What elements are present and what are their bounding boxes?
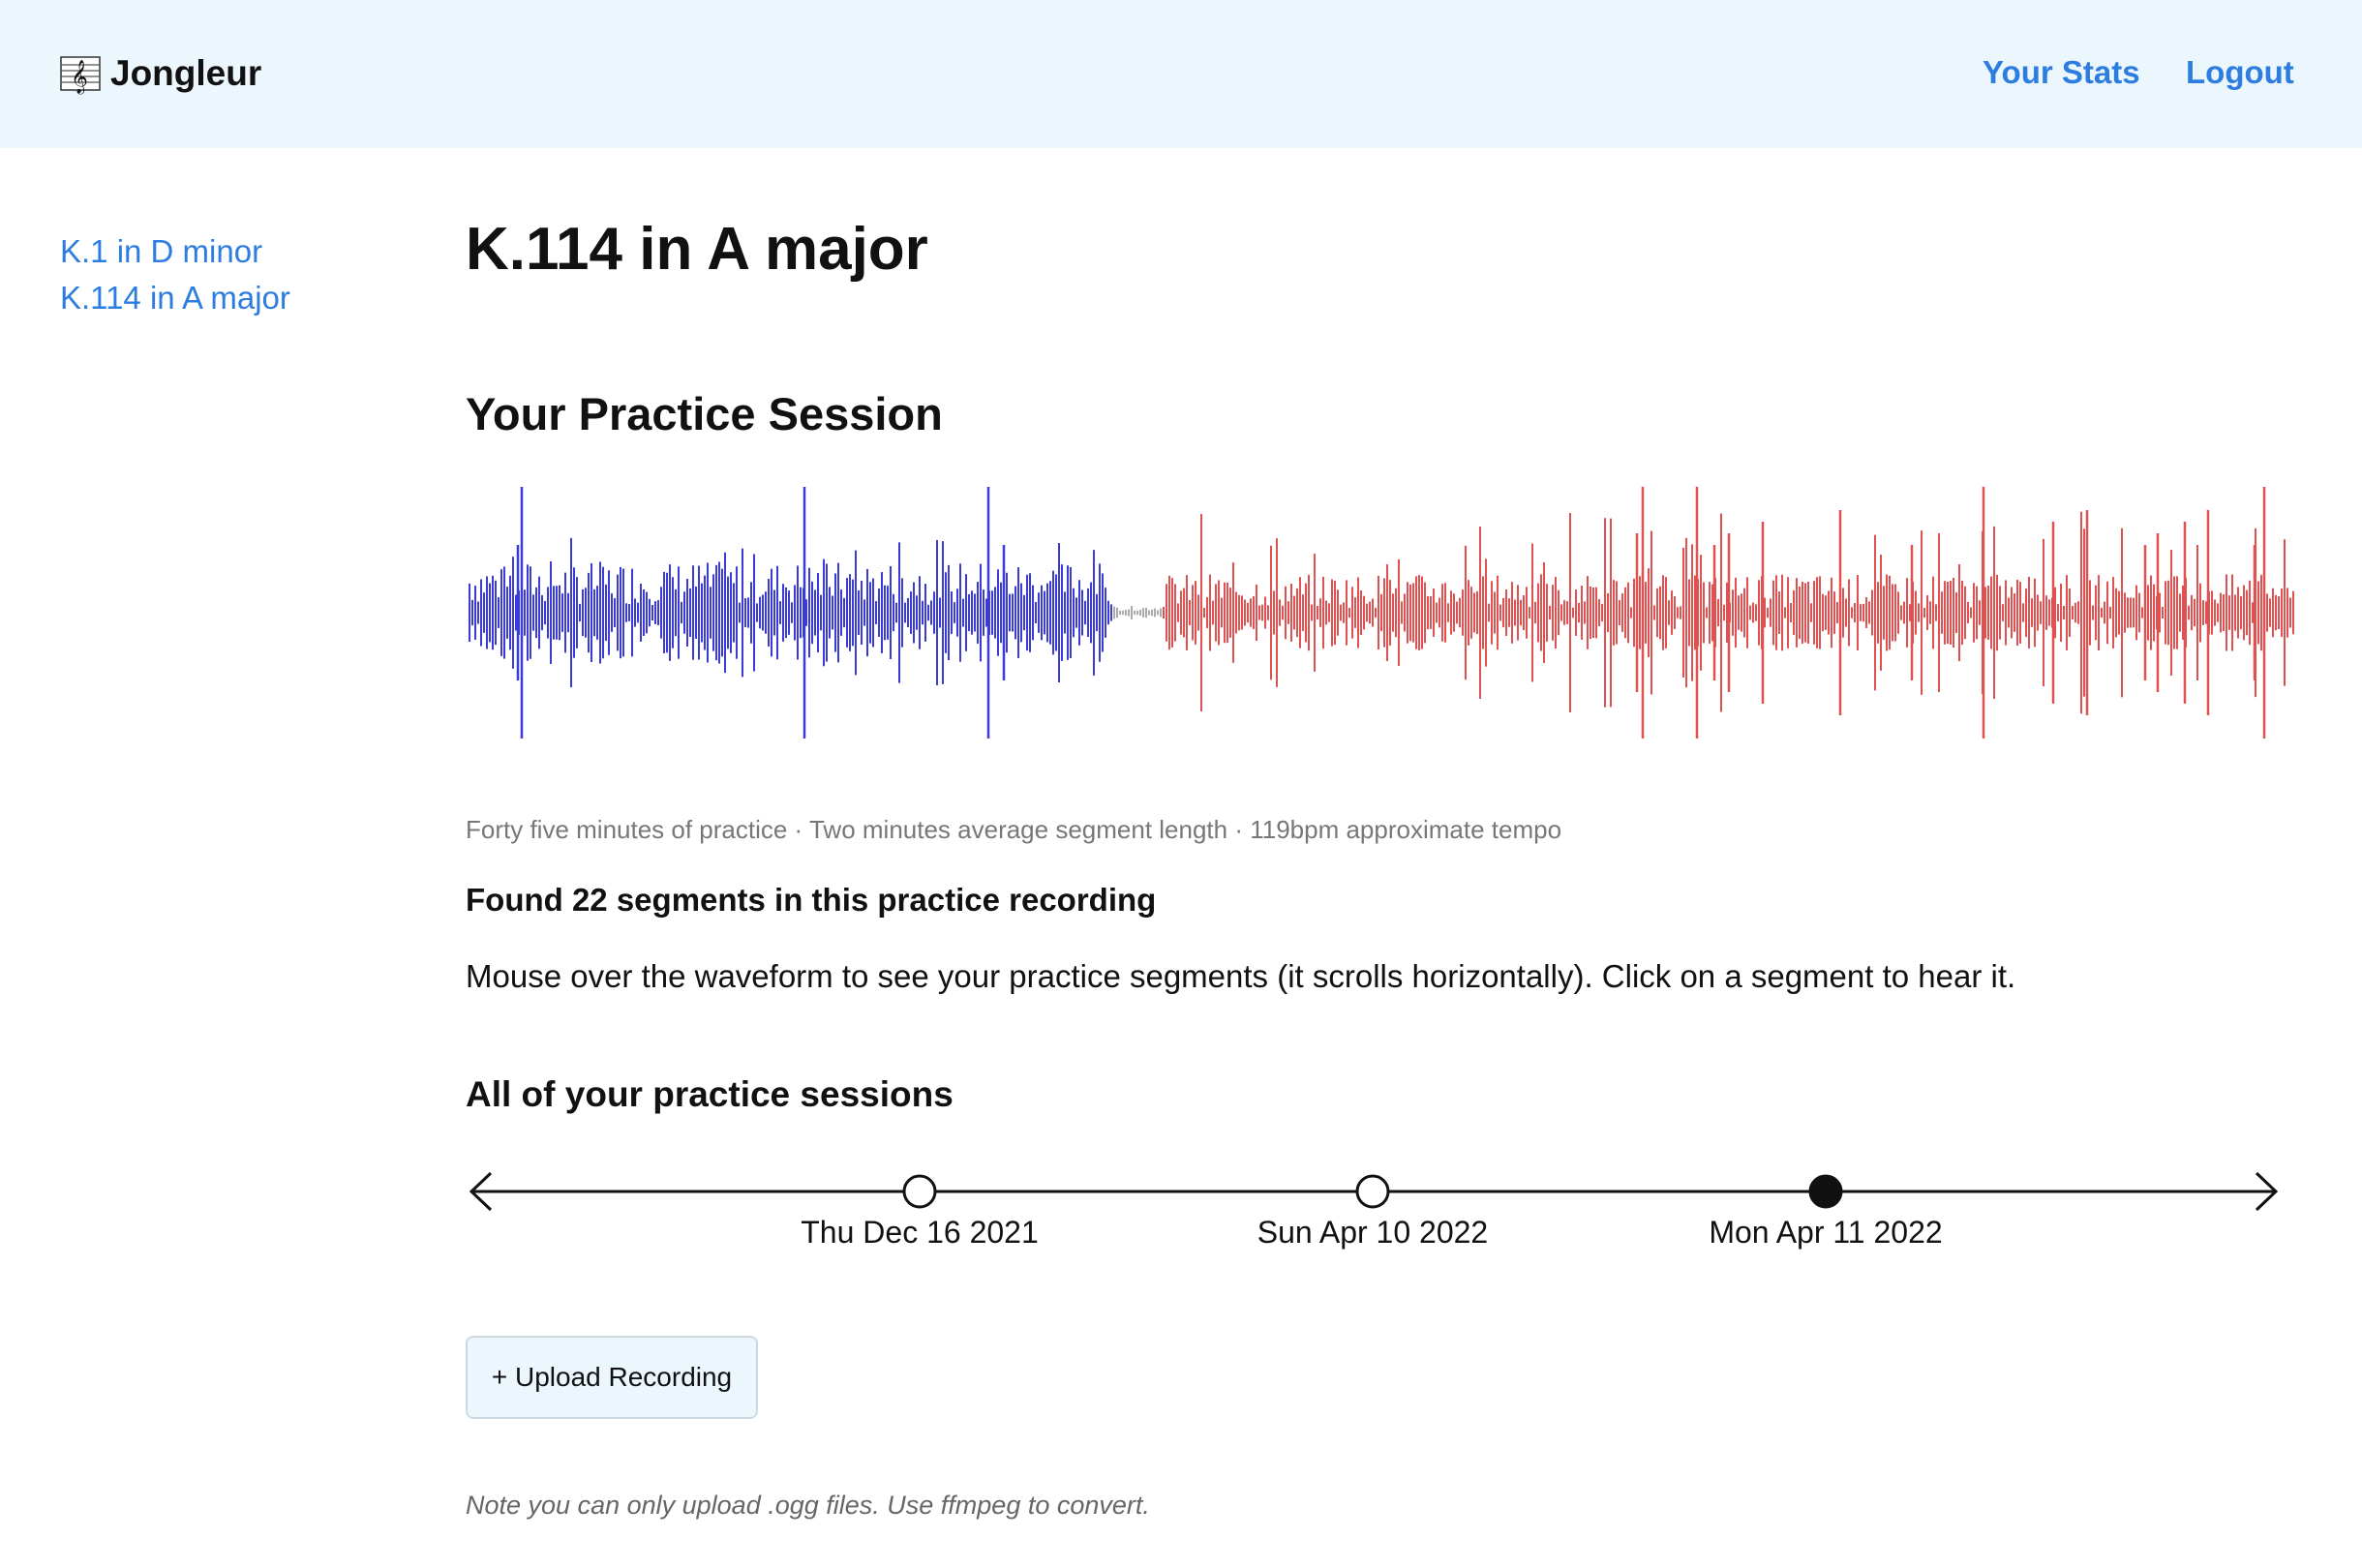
brand-name: Jongleur — [110, 53, 262, 93]
upload-recording-button[interactable]: + Upload Recording — [466, 1336, 758, 1419]
session-node[interactable]: Thu Dec 16 2021 — [801, 1174, 1039, 1250]
session-dot-selected[interactable] — [1808, 1174, 1843, 1209]
piece-sidebar: K.1 in D minor K.114 in A major — [60, 228, 290, 321]
session-node[interactable]: Sun Apr 10 2022 — [1257, 1174, 1488, 1250]
practice-session-heading: Your Practice Session — [466, 388, 943, 439]
waveform[interactable] — [466, 479, 2295, 746]
nav-logout-link[interactable]: Logout — [2186, 54, 2294, 91]
session-date-label[interactable]: Thu Dec 16 2021 — [801, 1215, 1039, 1250]
session-date-label[interactable]: Sun Apr 10 2022 — [1257, 1215, 1488, 1250]
sidebar-item-k1-d-minor[interactable]: K.1 in D minor — [60, 228, 290, 275]
session-dot[interactable] — [1355, 1174, 1390, 1209]
sidebar-item-k114-a-major[interactable]: K.114 in A major — [60, 275, 290, 321]
nav-your-stats-link[interactable]: Your Stats — [1983, 54, 2140, 91]
brand[interactable]: 𝄞 Jongleur — [60, 48, 261, 99]
all-sessions-heading: All of your practice sessions — [466, 1074, 954, 1114]
session-node-selected[interactable]: Mon Apr 11 2022 — [1709, 1174, 1943, 1250]
svg-text:𝄞: 𝄞 — [71, 60, 88, 95]
upload-note: Note you can only upload .ogg files. Use… — [466, 1491, 1150, 1520]
waveform-instructions: Mouse over the waveform to see your prac… — [466, 958, 2016, 994]
segments-found-text: Found 22 segments in this practice recor… — [466, 882, 1157, 918]
session-date-label[interactable]: Mon Apr 11 2022 — [1709, 1215, 1942, 1250]
top-header: 𝄞 Jongleur Your Stats Logout — [0, 0, 2362, 148]
session-dot[interactable] — [902, 1174, 937, 1209]
page-title: K.114 in A major — [466, 216, 928, 283]
session-timeline: Thu Dec 16 2021 Sun Apr 10 2022 Mon Apr … — [469, 1171, 2279, 1250]
music-score-icon: 𝄞 — [60, 56, 101, 95]
session-meta: Forty five minutes of practice · Two min… — [466, 815, 1562, 844]
